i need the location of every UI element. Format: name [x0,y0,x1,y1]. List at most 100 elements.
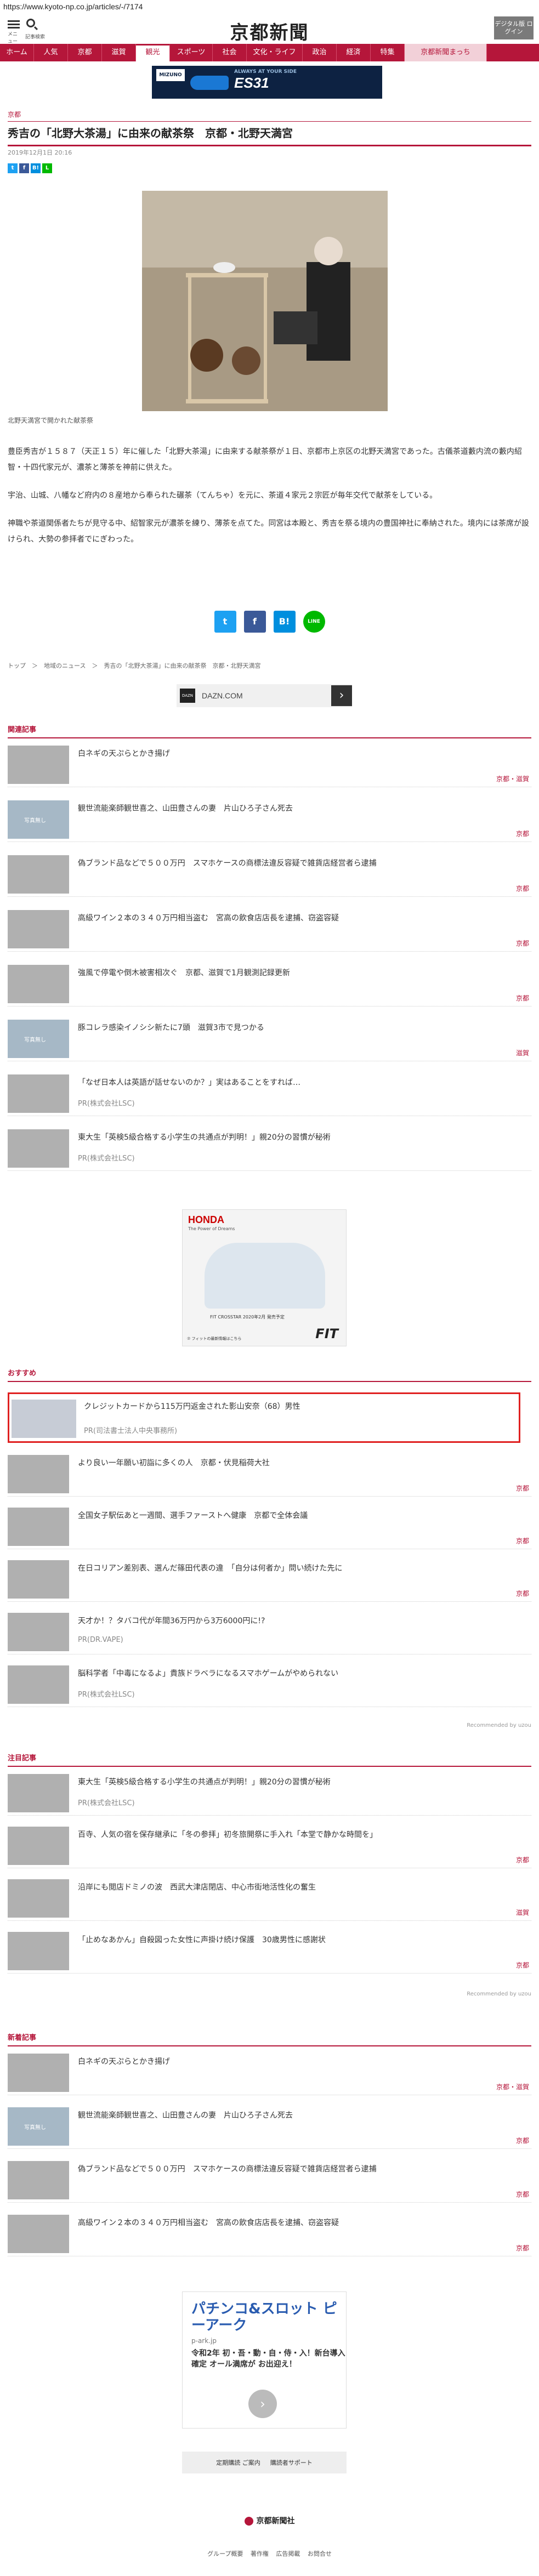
item-title: 高級ワイン２本の３４０万円相当盗む 宮高の飲食店店長を逮捕、窃盗容疑 [78,914,339,923]
item-category[interactable]: 京都 [516,1483,529,1493]
tea-ceremony-image [142,191,388,411]
line-icon[interactable]: L [42,163,52,173]
thumbnail [8,910,69,948]
nav-item[interactable]: 社会 [213,44,247,61]
twitter-icon[interactable]: t [8,163,18,173]
share-twitter-button[interactable]: t [214,611,236,633]
highlighted-recommend[interactable]: クレジットカードから115万円返金された影山安奈（68）男性 PR(司法書士法人… [8,1392,520,1443]
item-title: 東大生「英検5級合格する小学生の共通点が判明！」親20分の習慣が秘術 [78,1133,331,1142]
nav-item[interactable]: スポーツ [170,44,213,61]
ad-pachi[interactable]: パチンコ&スロット ピーアーク p-ark.jp 令和2年 初・吾・動・自・侍・… [182,2291,347,2429]
pr-label: PR(DR.VAPE) [78,1636,123,1644]
chevron-right-icon[interactable]: › [248,2390,277,2418]
list-item[interactable]: 沿岸にも閲店ドミノの波 西武大津店閉店、中心市街地活性化の奮生 滋賀 [8,1874,531,1921]
digital-login-button[interactable]: デジタル版 ログイン [494,16,534,39]
thumbnail [8,800,69,839]
footer-logo[interactable]: 京都新聞社 [0,2515,539,2526]
pachi-title: パチンコ&スロット ピーアーク [191,2301,337,2334]
item-title: 天才か！？タバコ代が年間36万円から3万6000円に!? [78,1617,265,1625]
list-item[interactable]: 白ネギの天ぷらとかき揚げ 京都・滋賀 [8,2048,531,2095]
subscribe-link[interactable]: 定期購読 ご案内 [216,2458,260,2467]
nav-item[interactable]: 滋賀 [102,44,136,61]
facebook-icon[interactable]: f [19,163,29,173]
list-item[interactable]: 高級ワイン２本の３４０万円相当盗む 宮高の飲食店店長を逮捕、窃盗容疑京都 [8,905,531,952]
item-category[interactable]: 滋賀 [516,1048,529,1057]
honda-tagline: The Power of Dreams [188,1226,235,1231]
item-title: 脳科学者「中毒になるよ」貴族ドラベラになるスマホゲームがやめられない [78,1669,339,1678]
item-title: 偽ブランド品などで５００万円 スマホケースの商標法違反容疑で雑貨店経営者ら逮捕 [78,2165,377,2174]
list-item[interactable]: 強風で停電や倒木被害相次ぐ 京都、滋賀で1月観測記録更新 京都 [8,959,531,1006]
list-item[interactable]: 偽ブランド品などで５００万円 スマホケースの商標法違反容疑で雑貨店経営者ら逮捕京… [8,850,531,897]
list-item[interactable]: 全国女子駅伝あと一週間、選手ファーストへ健康 京都で全体会議 京都 [8,1502,531,1549]
nav-item[interactable]: 文化・ライフ [247,44,303,61]
list-item[interactable]: 観世流能楽師観世喜之、山田豊さんの妻 片山ひろ子さん死去京都 [8,2102,531,2149]
footer-nav[interactable]: グループ概要 著作権 広告掲載 お問合せ [0,2549,539,2558]
item-category[interactable]: 滋賀 [516,1908,529,1917]
thumbnail [8,1879,69,1918]
site-logo[interactable]: 京都新聞 [0,18,539,44]
item-category[interactable]: 京都 [516,1536,529,1545]
nav-item[interactable]: ホーム [0,44,34,61]
thumbnail [8,1827,69,1865]
item-title: 百寺、人気の宿を保存継承に「冬の参拝」初冬旅開祭に手入れ「本堂で静かな時間を」 [78,1830,377,1839]
list-item[interactable]: 百寺、人気の宿を保存継承に「冬の参拝」初冬旅開祭に手入れ「本堂で静かな時間を」京… [8,1821,531,1868]
breadcrumb[interactable]: トップ ＞ 地域のニュース ＞ 秀吉の「北野大茶湯」に由来の献茶祭 京都・北野天… [8,661,531,670]
item-category[interactable]: 京都 [516,1589,529,1598]
ad-dazn[interactable]: DAZN DAZN.COM › [177,684,352,707]
item-category[interactable]: 京都 [516,1855,529,1864]
list-item[interactable]: 東大生「英検5級合格する小学生の共通点が判明！」親20分の習慣が秘術 PR(株式会… [8,1124,531,1171]
list-item[interactable]: 東大生「英検5級合格する小学生の共通点が判明！」親20分の習慣が秘術 PR(株式会… [8,1768,531,1816]
list-item[interactable]: 「止めなあかん」自殺図った女性に声掛け続け保護 30歳男性に感謝状 京都 [8,1926,531,1974]
ad-mizuno[interactable]: MIZUNO ALWAYS AT YOUR SIDE ES31 [152,66,382,99]
attention-credit[interactable]: Recommended by uzou [8,1991,531,1997]
nav-item[interactable]: 観光 [136,44,170,61]
share-hatena-button[interactable]: B! [273,611,296,633]
item-category[interactable]: 京都 [516,829,529,838]
list-item[interactable]: 脳科学者「中毒になるよ」貴族ドラベラになるスマホゲームがやめられない PR(株式会… [8,1660,531,1707]
shoe-image [190,76,229,90]
nav-item[interactable]: 経済 [337,44,371,61]
support-link[interactable]: 購読者サポート [270,2458,313,2467]
article-photo [142,191,388,411]
item-category[interactable]: 京都・滋賀 [496,2082,529,2091]
list-item[interactable]: 偽ブランド品などで５００万円 スマホケースの商標法違反容疑で雑貨店経営者ら逮捕京… [8,2156,531,2203]
nav-item[interactable]: 特集 [371,44,405,61]
hatena-icon[interactable]: B! [31,163,41,173]
item-category[interactable]: 京都 [516,993,529,1003]
thumbnail [8,2054,69,2092]
item-category[interactable]: 京都 [516,884,529,893]
article-title: 秀吉の「北野大茶湯」に由来の献茶祭 京都・北野天満宮 [8,122,531,146]
list-item[interactable]: 「なぜ日本人は英語が話せないのか？」実はあることをすれば… PR(株式会社LSC) [8,1069,531,1116]
item-title: 在日コリアン差別表、選んだ篠田代表の違 「自分は何者か」問い続けた先に [78,1564,343,1573]
list-item[interactable]: 在日コリアン差別表、選んだ篠田代表の違 「自分は何者か」問い続けた先に京都 [8,1555,531,1602]
list-item[interactable]: より良い一年願い初詣に多くの人 京都・伏見稲荷大社 京都 [8,1449,531,1497]
item-category[interactable]: 京都 [516,2190,529,2199]
item-title: 白ネギの天ぷらとかき揚げ [78,749,170,758]
item-title: 東大生「英検5級合格する小学生の共通点が判明！」親20分の習慣が秘術 [78,1778,331,1787]
item-category[interactable]: 京都 [516,939,529,948]
item-title: 「なぜ日本人は英語が話せないのか？」実はあることをすれば… [78,1078,300,1087]
article-date: 2019年12月1日 20:16 [8,149,72,156]
category-label[interactable]: 京都 [8,110,531,122]
nav-item[interactable]: 京都新聞まっち [405,44,487,61]
list-item[interactable]: 豚コレラ感染イノシシ新たに7頭 滋賀3市で見つかる滋賀 [8,1014,531,1061]
thumbnail [8,1774,69,1812]
item-category[interactable]: 京都・滋賀 [496,774,529,783]
ad-honda[interactable]: HONDA The Power of Dreams FIT CROSSTAR 2… [182,1209,347,1346]
ad-banner-top[interactable]: MIZUNO ALWAYS AT YOUR SIDE ES31 [0,66,539,100]
item-category[interactable]: 京都 [516,2136,529,2145]
list-item[interactable]: 白ネギの天ぷらとかき揚げ京都・滋賀 [8,740,531,787]
share-facebook-button[interactable]: f [243,611,266,633]
nav-item[interactable]: 京都 [68,44,102,61]
recommend-credit[interactable]: Recommended by uzou [8,1722,531,1728]
list-item[interactable]: 天才か！？タバコ代が年間36万円から3万6000円に!? PR(DR.VAPE) [8,1607,531,1654]
address-bar[interactable]: https://www.kyoto-np.co.jp/articles/-/71… [0,0,539,14]
nav-item[interactable]: 人気 [34,44,68,61]
item-category[interactable]: 京都 [516,2243,529,2253]
share-line-button[interactable]: LINE [303,611,325,633]
list-item[interactable]: 観世流能楽師観世喜之、山田豊さんの妻 片山ひろ子さん死去京都 [8,795,531,842]
list-item[interactable]: 高級ワイン２本の３４０万円相当盗む 宮高の飲食店店長を逮捕、窃盗容疑 京都 [8,2209,531,2256]
nav-item[interactable]: 政治 [303,44,337,61]
item-category[interactable]: 京都 [516,1960,529,1970]
chevron-right-icon[interactable]: › [331,685,352,706]
